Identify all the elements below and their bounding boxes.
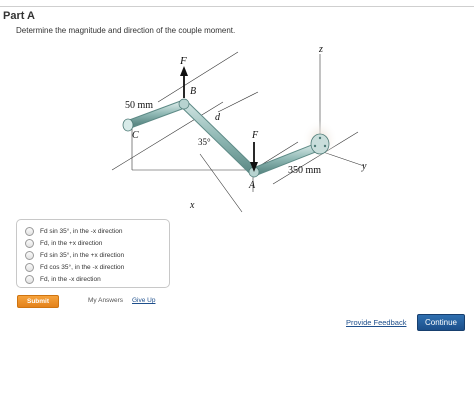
- radio-button[interactable]: [25, 239, 34, 248]
- label-50mm: 50 mm: [125, 100, 153, 111]
- label-d: d: [215, 112, 221, 123]
- radio-button[interactable]: [25, 263, 34, 272]
- label-a: A: [248, 180, 256, 191]
- force-arrow-top-head: [180, 66, 188, 76]
- x-axis-line: [199, 153, 243, 213]
- pipe-assembly-figure: F B 50 mm d C 35° F 350 mm A x y z: [111, 44, 367, 213]
- label-y: y: [361, 161, 367, 172]
- question-text: Determine the magnitude and direction of…: [16, 26, 236, 35]
- label-350mm: 350 mm: [288, 165, 321, 176]
- flange-bolt-left: [313, 144, 317, 148]
- top-divider: [0, 6, 474, 7]
- flange-bolt-right: [323, 144, 327, 148]
- option-label: Fd sin 35°, in the +x direction: [40, 252, 125, 259]
- submit-button[interactable]: Submit: [17, 295, 59, 308]
- elbow-b: [178, 98, 190, 110]
- radio-button[interactable]: [25, 227, 34, 236]
- label-f-mid: F: [251, 130, 259, 141]
- option-label: Fd, in the +x direction: [40, 240, 103, 247]
- d-dimension-line: [217, 91, 259, 113]
- my-answers-label: My Answers: [88, 297, 124, 304]
- provide-feedback-link[interactable]: Provide Feedback: [346, 318, 406, 327]
- radio-button[interactable]: [25, 275, 34, 284]
- option-3[interactable]: Fd sin 35°, in the +x direction: [25, 250, 124, 261]
- flange-bolt-top: [318, 136, 322, 140]
- label-b: B: [190, 86, 196, 97]
- radio-button[interactable]: [25, 251, 34, 260]
- option-label: Fd, in the -x direction: [40, 276, 101, 283]
- option-label: Fd sin 35°, in the -x direction: [40, 228, 123, 235]
- part-title: Part A: [3, 10, 35, 22]
- option-1[interactable]: Fd sin 35°, in the -x direction: [25, 226, 122, 237]
- option-2[interactable]: Fd, in the +x direction: [25, 238, 102, 249]
- label-x: x: [189, 200, 195, 211]
- give-up-link[interactable]: Give Up: [132, 297, 155, 304]
- answer-options: Fd sin 35°, in the -x direction Fd, in t…: [16, 219, 170, 288]
- label-z: z: [318, 44, 323, 55]
- option-label: Fd cos 35°, in the -x direction: [40, 264, 125, 271]
- label-c: C: [132, 130, 139, 141]
- continue-button[interactable]: Continue: [417, 314, 465, 331]
- option-4[interactable]: Fd cos 35°, in the -x direction: [25, 262, 124, 273]
- label-f-top: F: [179, 55, 187, 67]
- label-angle: 35°: [198, 137, 211, 147]
- dim-line-50: [157, 51, 239, 103]
- option-5[interactable]: Fd, in the -x direction: [25, 274, 101, 285]
